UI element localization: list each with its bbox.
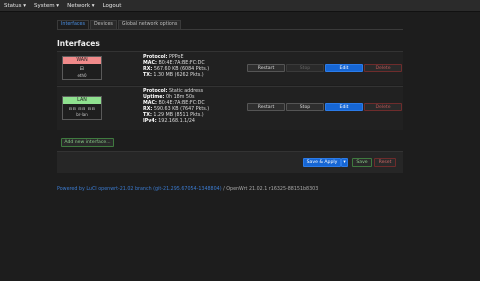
page-title: Interfaces [57,39,100,48]
uptime-label: Uptime: [143,95,165,100]
tab-bar: Interfaces Devices Global network option… [57,20,182,29]
tx-label: TX: [143,113,152,118]
interface-name: WAN [63,57,101,64]
interface-info-wan: Protocol: PPPoE MAC: B0:4E:7A:BE:FC:DC R… [143,55,209,79]
tx-value: 1.30 MB (6262 Pkts.) [153,73,204,78]
uptime-value: 0h 18m 50s [165,95,195,100]
rx-value: 590.63 KB (7647 Pkts.) [153,107,210,112]
interface-badge-lan: LAN ⊟⊟ ⊟⊟ ⊟⊟ br-lan [62,96,102,120]
edit-button[interactable]: Edit [325,103,363,111]
restart-button[interactable]: Restart [247,64,285,72]
protocol-label: Protocol: [143,89,168,94]
tab-global-network-options[interactable]: Global network options [117,20,182,29]
reset-button[interactable]: Reset [374,158,396,167]
tab-divider [57,29,403,30]
protocol-value: PPPoE [169,55,184,60]
interface-device: br-lan [76,112,88,117]
tx-value: 1.29 MB (8511 Pkts.) [153,113,204,118]
menu-status[interactable]: Status ▾ [4,3,26,9]
interface-badge-wan: WAN ⊟ eth0 [62,56,102,80]
ethernet-port-icon: ⊟ [79,66,85,72]
stop-button[interactable]: Stop [286,103,324,111]
delete-button[interactable]: Delete [364,103,402,111]
mac-value: B0:4E:7A:BE:FC:DC [158,61,205,66]
interface-info-lan: Protocol: Static address Uptime: 0h 18m … [143,89,209,125]
save-apply-button[interactable]: Save & Apply [303,158,341,167]
tab-devices[interactable]: Devices [89,20,117,29]
rx-label: RX: [143,107,153,112]
top-menu-bar: Status ▾ System ▾ Network ▾ Logout [0,0,480,12]
menu-network[interactable]: Network ▾ [67,3,94,9]
page-footer: Powered by LuCI openwrt-21.02 branch (gi… [57,187,318,192]
protocol-label: Protocol: [143,55,168,60]
interface-row-lan: LAN ⊟⊟ ⊟⊟ ⊟⊟ br-lan Protocol: Static add… [57,86,403,130]
bridge-ports-icon: ⊟⊟ ⊟⊟ ⊟⊟ [68,106,96,111]
tab-interfaces[interactable]: Interfaces [57,20,89,29]
save-button[interactable]: Save [352,158,372,167]
stop-button[interactable]: Stop [286,64,324,72]
menu-system[interactable]: System ▾ [34,3,59,9]
openwrt-version: / OpenWrt 21.02.1 r16325-88151b8303 [221,187,319,192]
tx-label: TX: [143,73,152,78]
interface-device: eth0 [77,73,87,78]
menu-logout[interactable]: Logout [103,3,122,9]
save-apply-dropdown-button[interactable]: ▾ [341,158,348,167]
edit-button[interactable]: Edit [325,64,363,72]
add-new-interface-button[interactable]: Add new interface... [61,138,114,147]
restart-button[interactable]: Restart [247,103,285,111]
mac-label: MAC: [143,61,157,66]
mac-label: MAC: [143,101,157,106]
delete-button[interactable]: Delete [364,64,402,72]
luci-version-link[interactable]: Powered by LuCI openwrt-21.02 branch (gi… [57,187,222,192]
rx-value: 567.60 KB (6084 Pkts.) [153,67,210,72]
interface-name: LAN [63,97,101,104]
ipv4-value: 192.168.1.1/24 [158,119,195,124]
protocol-value: Static address [169,89,204,94]
action-bar: Save & Apply ▾ Save Reset [57,151,403,173]
ipv4-label: IPv4: [143,119,157,124]
rx-label: RX: [143,67,153,72]
mac-value: B0:4E:7A:BE:FC:DC [158,101,205,106]
interface-row-wan: WAN ⊟ eth0 Protocol: PPPoE MAC: B0:4E:7A… [57,51,403,85]
